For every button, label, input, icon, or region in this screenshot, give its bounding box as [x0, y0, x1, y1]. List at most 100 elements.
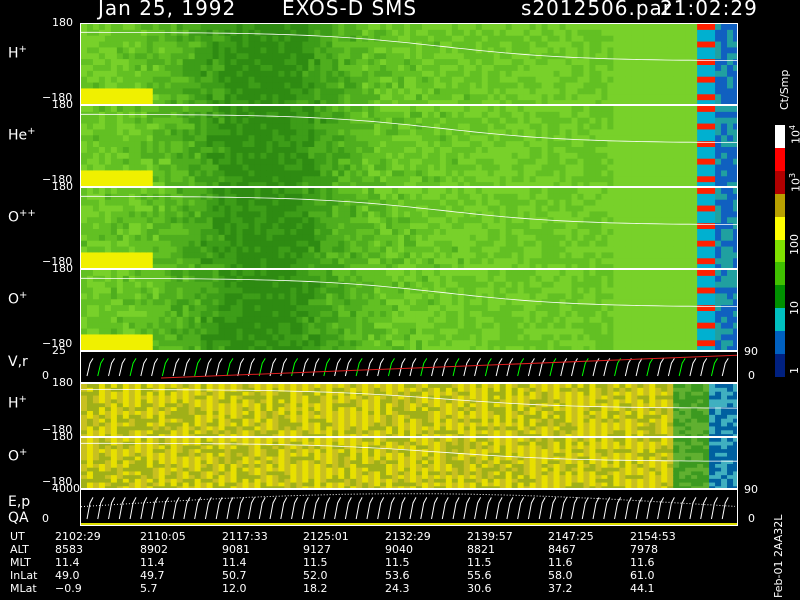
heatmap-cell: [116, 223, 124, 230]
heatmap-cell: [314, 246, 321, 253]
heatmap-cell: [505, 176, 513, 183]
heatmap-cell: [505, 29, 513, 37]
heatmap-cell: [481, 164, 489, 171]
heatmap-cell: [224, 76, 232, 84]
heatmap-cell: [481, 35, 489, 43]
heatmap-cell: [667, 82, 674, 89]
heatmap-cell: [392, 158, 399, 166]
heatmap-cell: [451, 170, 459, 177]
heatmap-cell: [176, 41, 184, 48]
heatmap-cell: [236, 170, 244, 177]
heatmap-cell: [98, 199, 106, 207]
heatmap-cell: [547, 70, 555, 78]
heatmap-cell: [146, 275, 154, 283]
heatmap-cell: [266, 106, 273, 113]
heatmap-cell: [206, 328, 214, 335]
heatmap-cell: [703, 88, 710, 95]
heatmap-cell: [152, 258, 160, 265]
heatmap-cell: [595, 234, 602, 242]
heatmap-cell: [421, 152, 429, 160]
heatmap-cell: [457, 106, 465, 113]
heatmap-cell: [92, 258, 100, 265]
heatmap-cell: [194, 311, 202, 318]
heatmap-cell: [571, 158, 578, 166]
heatmap-cell: [703, 252, 710, 259]
heatmap-cell: [661, 217, 668, 224]
heatmap-cell: [415, 35, 423, 43]
heatmap-cell: [505, 82, 513, 89]
heatmap-cell: [433, 246, 441, 253]
heatmap-cell: [272, 164, 279, 171]
heatmap-cell: [541, 234, 549, 242]
heatmap-cell: [81, 240, 88, 248]
heatmap-cell: [146, 188, 154, 195]
heatmap-cell: [122, 176, 130, 183]
heatmap-cell: [661, 129, 668, 136]
heatmap-cell: [350, 147, 357, 154]
heatmap-cell: [445, 53, 453, 60]
heatmap-cell: [637, 205, 644, 212]
heatmap-cell: [110, 47, 118, 54]
heatmap-cell: [170, 106, 178, 113]
heatmap-cell: [433, 129, 441, 136]
heatmap-cell: [685, 158, 692, 166]
heatmap-cell: [326, 129, 333, 136]
heatmap-cell: [511, 35, 519, 43]
heatmap-cell: [637, 152, 644, 160]
heatmap-cell: [248, 53, 255, 60]
heatmap-cell: [451, 59, 459, 66]
heatmap-cell: [433, 29, 441, 37]
heatmap-cell: [158, 41, 166, 48]
heatmap-cell: [206, 334, 214, 341]
heatmap-cell: [421, 70, 429, 78]
heatmap-cell: [314, 176, 321, 183]
heatmap-cell: [439, 258, 447, 265]
heatmap-cell: [242, 217, 249, 224]
heatmap-cell: [493, 152, 501, 160]
heatmap-cell: [374, 152, 381, 160]
heatmap-cell: [553, 152, 561, 160]
heatmap-cell: [266, 199, 273, 207]
heatmap-cell: [469, 70, 477, 78]
heatmap-cell: [619, 47, 626, 54]
heatmap-cell: [290, 24, 297, 31]
heatmap-cell: [290, 123, 297, 130]
heatmap-cell: [140, 41, 148, 48]
heatmap-cell: [314, 258, 321, 265]
heatmap-cell: [146, 176, 154, 183]
heatmap-cell: [571, 29, 578, 37]
heatmap-cell: [571, 147, 578, 154]
heatmap-cell: [134, 117, 142, 125]
heatmap-cell: [481, 88, 489, 95]
heatmap-cell: [104, 106, 112, 113]
heatmap-cell: [601, 111, 608, 119]
heatmap-cell: [667, 217, 674, 224]
heatmap-cell: [206, 158, 214, 166]
heatmap-cell: [308, 41, 315, 48]
heatmap-cell: [320, 47, 327, 54]
heatmap-cell: [302, 188, 309, 195]
heatmap-cell: [224, 41, 232, 48]
heatmap-cell: [451, 94, 459, 101]
heatmap-cell: [92, 193, 100, 201]
heatmap-cell: [517, 24, 525, 31]
heatmap-cell: [206, 234, 214, 242]
heatmap-cell: [493, 199, 501, 207]
heatmap-cell: [709, 35, 716, 43]
heatmap-cell: [122, 311, 130, 318]
heatmap-cell: [236, 240, 244, 248]
heatmap-cell: [469, 246, 477, 253]
heatmap-cell: [218, 41, 226, 48]
heatmap-cell: [218, 176, 226, 183]
heatmap-cell: [254, 164, 261, 171]
heatmap-cell: [517, 176, 525, 183]
heatmap-cell: [643, 47, 650, 54]
heatmap-cell: [457, 158, 465, 166]
heatmap-cell: [206, 305, 214, 312]
heatmap-cell: [733, 82, 737, 89]
heatmap-cell: [86, 240, 94, 248]
heatmap-cell: [661, 47, 668, 54]
heatmap-cell: [86, 141, 94, 148]
heatmap-cell: [260, 229, 267, 236]
heatmap-cell: [457, 240, 465, 248]
